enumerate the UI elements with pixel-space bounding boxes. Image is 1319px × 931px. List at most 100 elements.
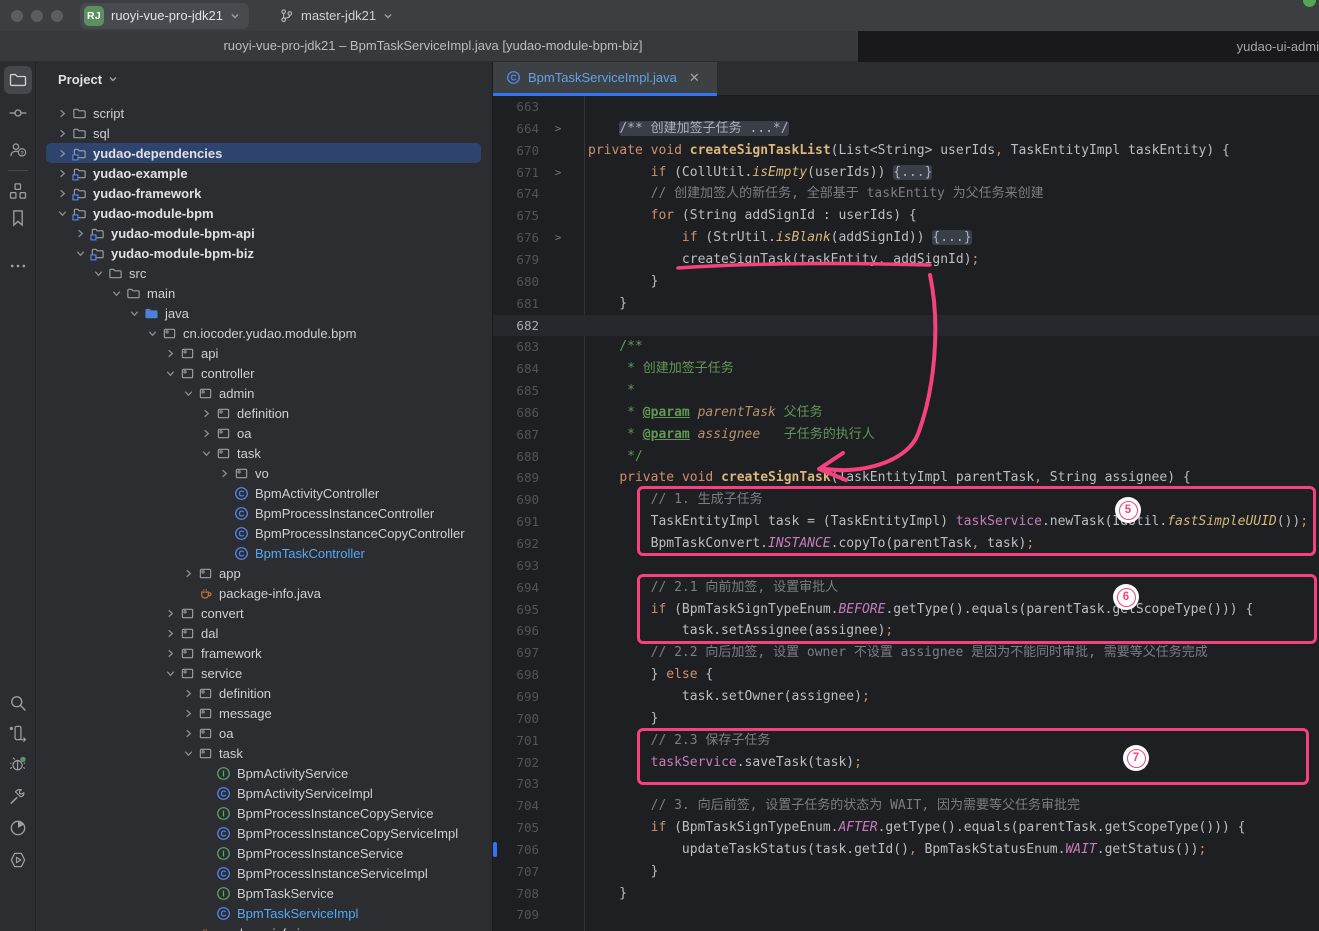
code-line-693[interactable]: 693 bbox=[493, 555, 1319, 577]
project-panel-header[interactable]: Project bbox=[36, 62, 492, 96]
tree-item-bpmactivityserviceimpl[interactable]: CBpmActivityServiceImpl bbox=[36, 783, 492, 803]
code-line-681[interactable]: 681 } bbox=[493, 293, 1319, 315]
tree-item-yudao-module-bpm-biz[interactable]: yudao-module-bpm-biz bbox=[36, 243, 492, 263]
code-line-683[interactable]: 683 /** bbox=[493, 336, 1319, 358]
tree-item-app[interactable]: app bbox=[36, 563, 492, 583]
code-line-685[interactable]: 685 * bbox=[493, 380, 1319, 402]
commit-icon[interactable] bbox=[4, 99, 32, 127]
project-icon[interactable] bbox=[4, 66, 32, 94]
chevron-right-icon[interactable] bbox=[198, 408, 214, 419]
code-line-706[interactable]: 706 updateTaskStatus(task.getId(), BpmTa… bbox=[493, 839, 1319, 861]
close-window-button[interactable] bbox=[11, 10, 23, 22]
code-line-684[interactable]: 684 * 创建加签子任务 bbox=[493, 358, 1319, 380]
code-line-704[interactable]: 704 // 3. 向后前签, 设置子任务的状态为 WAIT, 因为需要等父任务… bbox=[493, 795, 1319, 817]
tree-item-oa[interactable]: oa bbox=[36, 423, 492, 443]
code-line-686[interactable]: 686 * @param parentTask 父任务 bbox=[493, 402, 1319, 424]
code-line-675[interactable]: 675 for (String addSignId : userIds) { bbox=[493, 205, 1319, 227]
tree-item-bpmprocessinstancecontroller[interactable]: CBpmProcessInstanceController bbox=[36, 503, 492, 523]
editor-area[interactable]: C BpmTaskServiceImpl.java ✕ 663664> /** … bbox=[493, 62, 1319, 931]
code-line-692[interactable]: 692 BpmTaskConvert.INSTANCE.copyTo(paren… bbox=[493, 533, 1319, 555]
code-line-700[interactable]: 700 } bbox=[493, 708, 1319, 730]
terminal-icon[interactable] bbox=[4, 719, 32, 747]
fold-marker-icon[interactable]: > bbox=[550, 227, 566, 249]
tree-item-bpmprocessinstancecopycontroller[interactable]: CBpmProcessInstanceCopyController bbox=[36, 523, 492, 543]
chevron-down-icon[interactable] bbox=[162, 368, 178, 379]
tree-item-yudao-module-bpm-api[interactable]: yudao-module-bpm-api bbox=[36, 223, 492, 243]
code-line-676[interactable]: 676> if (StrUtil.isBlank(addSignId)) {..… bbox=[493, 227, 1319, 249]
build-icon[interactable] bbox=[4, 782, 32, 810]
tree-item-bpmprocessinstanceservice[interactable]: IBpmProcessInstanceService bbox=[36, 843, 492, 863]
tree-item-task[interactable]: task bbox=[36, 443, 492, 463]
chevron-right-icon[interactable] bbox=[162, 348, 178, 359]
code-line-709[interactable]: 709 bbox=[493, 904, 1319, 926]
chevron-right-icon[interactable] bbox=[54, 168, 70, 179]
chevron-down-icon[interactable] bbox=[90, 268, 106, 279]
code-line-690[interactable]: 690 // 1. 生成子任务 bbox=[493, 489, 1319, 511]
tree-item-bpmtaskcontroller[interactable]: CBpmTaskController bbox=[36, 543, 492, 563]
tree-item-admin[interactable]: admin bbox=[36, 383, 492, 403]
close-tab-icon[interactable]: ✕ bbox=[689, 70, 700, 86]
code-line-682[interactable]: 682 bbox=[493, 315, 1319, 337]
code-line-691[interactable]: 691 TaskEntityImpl task = (TaskEntityImp… bbox=[493, 511, 1319, 533]
chevron-right-icon[interactable] bbox=[54, 148, 70, 159]
code-line-671[interactable]: 671> if (CollUtil.isEmpty(userIds)) {...… bbox=[493, 162, 1319, 184]
chevron-right-icon[interactable] bbox=[54, 128, 70, 139]
code-line-694[interactable]: 694 // 2.1 向前加签, 设置审批人 bbox=[493, 577, 1319, 599]
tree-item-bpmtaskservice[interactable]: IBpmTaskService bbox=[36, 883, 492, 903]
minimize-window-button[interactable] bbox=[31, 10, 43, 22]
project-widget[interactable]: RJ ruoyi-vue-pro-jdk21 bbox=[80, 3, 249, 29]
chevron-right-icon[interactable] bbox=[216, 468, 232, 479]
tree-item-oa[interactable]: oa bbox=[36, 723, 492, 743]
chevron-down-icon[interactable] bbox=[180, 748, 196, 759]
tree-item-cn-iocoder-yudao-module-bpm[interactable]: cn.iocoder.yudao.module.bpm bbox=[36, 323, 492, 343]
code-line-680[interactable]: 680 } bbox=[493, 271, 1319, 293]
tree-item-definition[interactable]: definition bbox=[36, 403, 492, 423]
tree-item-bpmtaskserviceimpl[interactable]: CBpmTaskServiceImpl bbox=[36, 903, 492, 923]
tree-item-yudao-dependencies[interactable]: yudao-dependencies bbox=[36, 143, 492, 163]
chevron-down-icon[interactable] bbox=[126, 308, 142, 319]
tree-item-bpmprocessinstancecopyservice[interactable]: IBpmProcessInstanceCopyService bbox=[36, 803, 492, 823]
structure-icon[interactable] bbox=[4, 177, 32, 205]
code-line-664[interactable]: 664> /** 创建加签子任务 ...*/ bbox=[493, 118, 1319, 140]
tree-item-main[interactable]: main bbox=[36, 283, 492, 303]
chevron-right-icon[interactable] bbox=[162, 628, 178, 639]
chevron-right-icon[interactable] bbox=[54, 188, 70, 199]
code-line-699[interactable]: 699 task.setOwner(assignee); bbox=[493, 686, 1319, 708]
tree-item-yudao-example[interactable]: yudao-example bbox=[36, 163, 492, 183]
profiler-icon[interactable] bbox=[4, 814, 32, 842]
code-line-674[interactable]: 674 // 创建加签人的新任务, 全部基于 taskEntity 为父任务来创… bbox=[493, 183, 1319, 205]
code-line-708[interactable]: 708 } bbox=[493, 883, 1319, 905]
chevron-down-icon[interactable] bbox=[108, 288, 124, 299]
chevron-right-icon[interactable] bbox=[162, 648, 178, 659]
fold-marker-icon[interactable]: > bbox=[550, 162, 566, 184]
chevron-right-icon[interactable] bbox=[54, 108, 70, 119]
code-line-695[interactable]: 695 if (BpmTaskSignTypeEnum.BEFORE.getTy… bbox=[493, 599, 1319, 621]
tree-item-bpmactivitycontroller[interactable]: CBpmActivityController bbox=[36, 483, 492, 503]
tree-item-script[interactable]: script bbox=[36, 103, 492, 123]
code-line-670[interactable]: 670private void createSignTaskList(List<… bbox=[493, 140, 1319, 162]
code-line-707[interactable]: 707 } bbox=[493, 861, 1319, 883]
tree-item-bpmactivityservice[interactable]: IBpmActivityService bbox=[36, 763, 492, 783]
tree-item-package-info-java[interactable]: package-info.java bbox=[36, 583, 492, 603]
tree-item-bpmprocessinstancecopyserviceimpl[interactable]: CBpmProcessInstanceCopyServiceImpl bbox=[36, 823, 492, 843]
tree-item-vo[interactable]: vo bbox=[36, 463, 492, 483]
code-line-705[interactable]: 705 if (BpmTaskSignTypeEnum.AFTER.getTyp… bbox=[493, 817, 1319, 839]
code-line-679[interactable]: 679 createSignTask(taskEntity, addSignId… bbox=[493, 249, 1319, 271]
chevron-down-icon[interactable] bbox=[54, 208, 70, 219]
chevron-down-icon[interactable] bbox=[198, 448, 214, 459]
code-line-696[interactable]: 696 task.setAssignee(assignee); bbox=[493, 620, 1319, 642]
pull-requests-icon[interactable]: ? bbox=[4, 136, 32, 164]
code-line-687[interactable]: 687 * @param assignee 子任务的执行人 bbox=[493, 424, 1319, 446]
tree-item-framework[interactable]: framework bbox=[36, 643, 492, 663]
services-icon[interactable] bbox=[4, 846, 32, 874]
tree-item-task[interactable]: task bbox=[36, 743, 492, 763]
chevron-down-icon[interactable] bbox=[144, 328, 160, 339]
tree-item-yudao-module-bpm[interactable]: yudao-module-bpm bbox=[36, 203, 492, 223]
tree-item-bpmprocessinstanceserviceimpl[interactable]: CBpmProcessInstanceServiceImpl bbox=[36, 863, 492, 883]
tree-item-definition[interactable]: definition bbox=[36, 683, 492, 703]
chevron-right-icon[interactable] bbox=[180, 728, 196, 739]
bookmarks-icon[interactable] bbox=[4, 204, 32, 232]
code-line-688[interactable]: 688 */ bbox=[493, 446, 1319, 468]
code-line-698[interactable]: 698 } else { bbox=[493, 664, 1319, 686]
search-icon[interactable] bbox=[4, 689, 32, 717]
